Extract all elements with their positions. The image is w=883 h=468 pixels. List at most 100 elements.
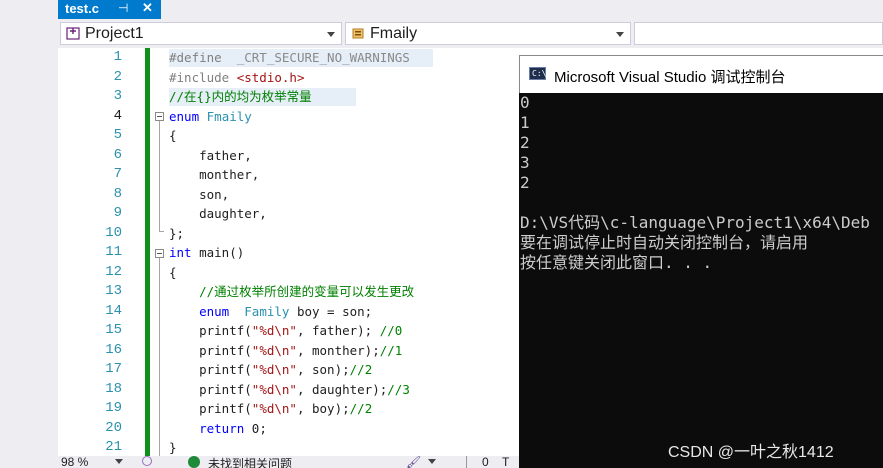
code-token: //3: [387, 381, 410, 397]
code-token: "%d\n": [251, 381, 297, 397]
line-number: 8: [113, 185, 122, 202]
code-line: int main(): [169, 243, 244, 263]
code-token: "%d\n": [251, 401, 297, 416]
code-token: daughter,: [169, 206, 267, 221]
code-token: //通过枚举所创建的变量可以发生更改: [169, 284, 415, 299]
code-token: "%d\n": [251, 342, 297, 358]
console-output-line: D:\VS代码\c-language\Project1\x64\Deb: [520, 213, 870, 232]
code-token: "%d\n": [251, 323, 297, 338]
code-line: #include <stdio.h>: [169, 68, 304, 88]
line-number: 2: [113, 68, 122, 85]
code-token: //在{}内的均为枚举常量: [169, 89, 312, 104]
code-line: monther,: [169, 165, 259, 185]
line-number: 20: [105, 419, 122, 436]
code-token: , father);: [296, 323, 380, 338]
line-number: 10: [105, 224, 122, 241]
code-line: //在{}内的均为枚举常量: [169, 87, 312, 107]
code-token: {: [169, 264, 177, 280]
line-number: 17: [105, 361, 122, 377]
check-circle-icon: [188, 456, 200, 468]
code-token: main(): [199, 245, 245, 260]
line-number: 9: [113, 205, 122, 221]
fold-toggle-main[interactable]: [155, 249, 164, 258]
tab-test-c[interactable]: test.c ⊣ ✕: [58, 0, 161, 19]
member-dropdown[interactable]: [634, 22, 883, 45]
fold-toggle-enum[interactable]: [155, 112, 164, 121]
document-tab-bar: [58, 0, 883, 19]
console-output-line: 2: [520, 133, 530, 152]
watermark: CSDN @一叶之秋1412: [668, 444, 834, 461]
code-line: printf("%d\n", daughter);//3: [169, 380, 410, 400]
line-number: 1: [113, 49, 122, 65]
line-number: 13: [105, 283, 122, 299]
code-token: {: [169, 128, 177, 143]
brush-icon[interactable]: 🖌: [406, 456, 421, 468]
left-blank-strip: [0, 0, 58, 468]
issues-status[interactable]: 未找到相关问题: [208, 456, 292, 468]
code-token: monther,: [169, 167, 260, 182]
code-token: Fmaily: [206, 108, 252, 124]
code-line: printf("%d\n", boy);//2: [169, 399, 372, 419]
code-token: Family: [244, 303, 297, 319]
code-line: {: [169, 263, 177, 283]
code-token: enum: [169, 108, 207, 124]
line-number: 3: [113, 88, 122, 104]
code-token: //2: [349, 362, 373, 377]
pin-icon[interactable]: ⊣: [118, 1, 128, 15]
chevron-down-icon[interactable]: [428, 459, 436, 464]
code-line: };: [169, 224, 184, 244]
code-token: printf(: [169, 381, 252, 397]
code-token: , boy);: [296, 401, 350, 416]
code-line: #define _CRT_SECURE_NO_WARNINGS: [169, 48, 410, 68]
console-output-line: 0: [520, 93, 530, 112]
status-divider: [466, 456, 467, 468]
code-token: //1: [379, 342, 403, 358]
code-line: printf("%d\n", monther);//1: [169, 341, 402, 361]
zoom-level[interactable]: 98 %: [61, 456, 88, 468]
line-number: 11: [105, 244, 122, 260]
code-token: #include: [169, 69, 237, 85]
console-title-bar[interactable]: C:\ Microsoft Visual Studio 调试控制台: [519, 55, 883, 93]
code-token: , son);: [296, 362, 350, 377]
code-line: printf("%d\n", father); //0: [169, 321, 402, 341]
code-token: boy = son;: [296, 303, 373, 319]
console-output-line: 3: [520, 153, 530, 172]
chevron-down-icon[interactable]: [115, 459, 123, 464]
debug-console-window[interactable]: C:\ Microsoft Visual Studio 调试控制台 01232D…: [519, 55, 883, 468]
code-line: }: [169, 438, 177, 458]
code-line: enum Fmaily: [169, 107, 252, 127]
tab-title: test.c: [65, 1, 99, 16]
console-output-line: 按任意键关闭此窗口. . .: [520, 253, 713, 272]
scope-dropdown[interactable]: Fmaily: [345, 22, 631, 45]
code-line: printf("%d\n", son);//2: [169, 360, 372, 380]
console-title: Microsoft Visual Studio 调试控制台: [554, 69, 786, 86]
code-token: printf(: [169, 342, 252, 358]
code-token: "%d\n": [251, 362, 297, 377]
code-token: return: [169, 420, 252, 436]
line-number: 19: [105, 400, 122, 416]
status-extra: T: [502, 456, 510, 468]
line-number: 6: [113, 146, 122, 163]
code-token: printf(: [169, 323, 252, 338]
change-tracking-bar: [145, 48, 150, 456]
line-number: 12: [105, 263, 122, 280]
line-col-indicator[interactable]: 0: [482, 456, 489, 468]
fold-guide-main: [159, 258, 160, 456]
console-output-line: 要在调试停止时自动关闭控制台，请启用: [520, 233, 809, 252]
code-token: //2: [349, 401, 373, 416]
fold-guide-end-enum: [159, 231, 164, 232]
line-number: 16: [105, 341, 122, 358]
fold-guide-enum: [159, 121, 160, 231]
line-number: 18: [105, 380, 122, 397]
close-icon[interactable]: ✕: [142, 0, 153, 16]
code-line: father,: [169, 146, 252, 166]
project-dropdown[interactable]: Project1: [60, 22, 342, 45]
intellicode-icon[interactable]: [142, 456, 152, 466]
chevron-down-icon: [327, 32, 335, 37]
code-line: son,: [169, 185, 229, 205]
code-token: //0: [379, 323, 403, 338]
code-token: 0;: [251, 420, 267, 436]
line-number: 5: [113, 127, 122, 143]
code-token: printf(: [169, 401, 252, 416]
enum-icon: [352, 28, 364, 39]
